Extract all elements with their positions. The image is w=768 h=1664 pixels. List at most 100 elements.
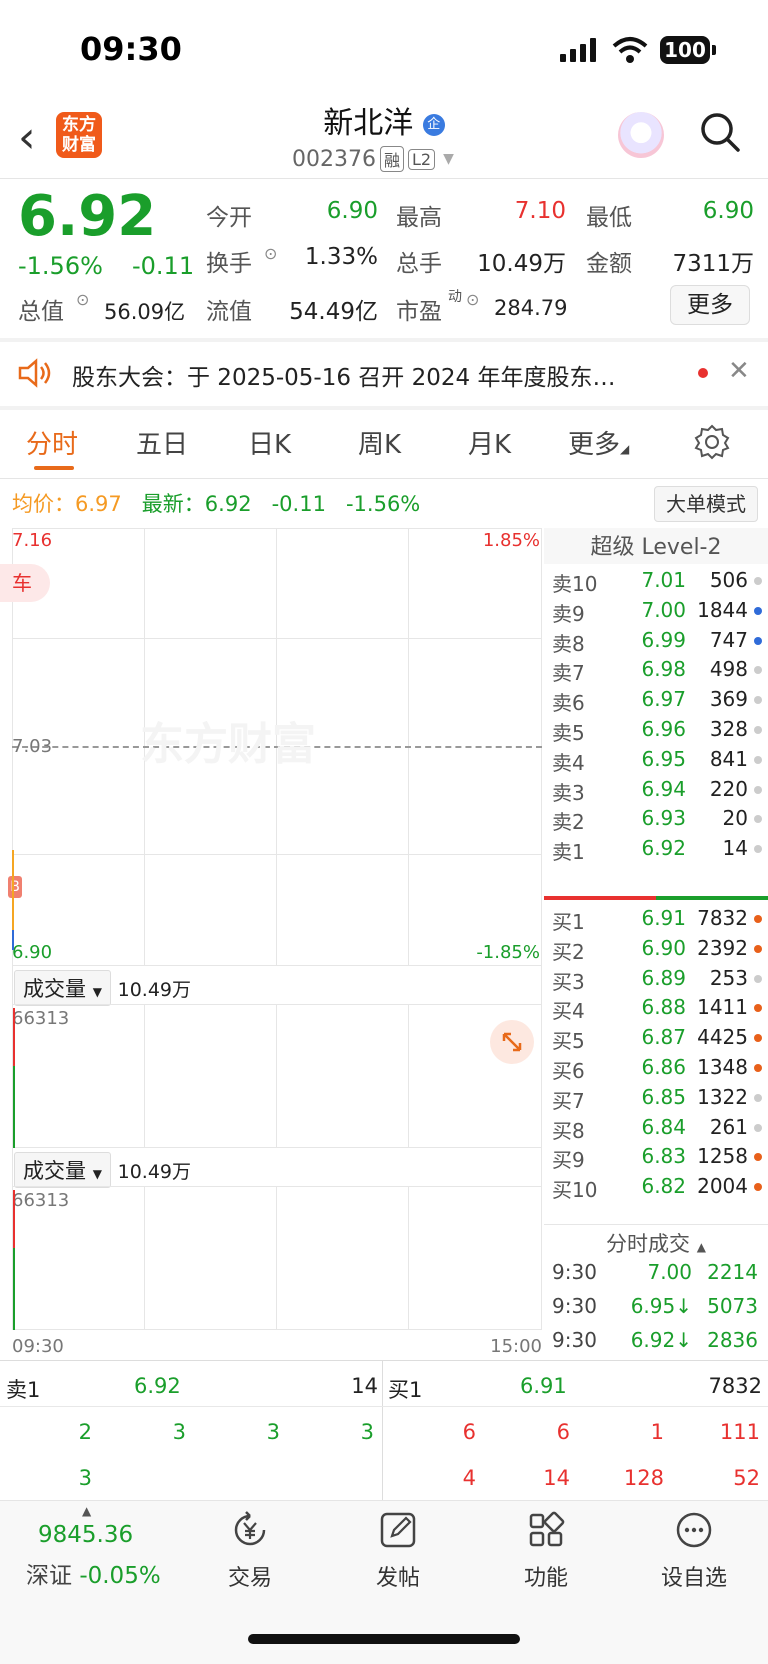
- bid-row[interactable]: 买3 6.89 253: [544, 966, 768, 997]
- buy-queue-item: 128: [623, 1466, 664, 1490]
- tab-monthly-k[interactable]: 月K: [468, 424, 511, 461]
- volume-selector[interactable]: 成交量 ▼: [14, 970, 111, 1006]
- bid-level-label: 买3: [552, 969, 585, 994]
- ask-volume: 369: [709, 687, 748, 712]
- trade-time: 9:30: [552, 1328, 597, 1352]
- search-icon[interactable]: [700, 112, 740, 152]
- triangle-down-icon: ▼: [92, 985, 102, 999]
- tab-more-label: 更多: [568, 430, 621, 460]
- info-icon[interactable]: ⊙: [76, 290, 89, 309]
- change-percent: -1.56%: [18, 252, 103, 280]
- bid-row[interactable]: 买8 6.84 261: [544, 1115, 768, 1146]
- ask-row[interactable]: 卖8 6.99 747: [544, 628, 768, 659]
- tab-weekly-k[interactable]: 周K: [358, 424, 401, 461]
- volume-selector-label: 成交量: [23, 977, 86, 1001]
- bid-price: 6.91: [641, 906, 686, 930]
- info-icon[interactable]: ⊙: [466, 290, 479, 309]
- ask-price: 7.01: [641, 568, 686, 592]
- pe-value: 284.79: [494, 296, 568, 320]
- level2-tag: L2: [408, 148, 436, 170]
- tab-intraday[interactable]: 分时: [26, 424, 78, 461]
- ask-level-label: 卖10: [552, 572, 598, 596]
- latest-value: 6.92: [204, 492, 252, 516]
- floating-bubble[interactable]: 车: [0, 564, 50, 602]
- index-change: -0.05%: [79, 1563, 161, 1589]
- status-dot-icon: [754, 1183, 762, 1192]
- big-order-mode-button[interactable]: 大单模式: [654, 486, 758, 522]
- bid-price: 6.87: [641, 1025, 686, 1050]
- volume-chart-2[interactable]: [12, 1186, 542, 1330]
- bid-price: 6.90: [641, 935, 686, 960]
- volume-bar: [13, 1066, 15, 1148]
- more-button[interactable]: 更多: [670, 285, 750, 325]
- tab-trade[interactable]: 交易: [190, 1510, 310, 1592]
- tab-daily-k[interactable]: 日K: [248, 424, 291, 461]
- ask-row[interactable]: 卖3 6.94 220: [544, 777, 768, 808]
- bid-volume: 4425: [697, 1025, 748, 1050]
- sell-queue-item: 3: [266, 1420, 280, 1444]
- bid-row[interactable]: 买1 6.91 7832: [544, 906, 768, 937]
- bid-row[interactable]: 买4 6.88 1411: [544, 995, 768, 1026]
- bid-volume: 1258: [697, 1144, 748, 1169]
- volume-max: 66313: [12, 1190, 70, 1211]
- gear-icon[interactable]: [694, 424, 730, 460]
- sell-queue-item: 3: [78, 1466, 92, 1490]
- tab-trade-label: 交易: [227, 1566, 272, 1591]
- ask-row[interactable]: 卖5 6.96 328: [544, 717, 768, 748]
- bid-level-label: 买4: [552, 999, 585, 1024]
- ask-volume: 498: [709, 657, 748, 682]
- bid-level-label: 买5: [552, 1029, 585, 1054]
- bid-row[interactable]: 买10 6.82 2004: [544, 1174, 768, 1205]
- ask-row[interactable]: 卖9 7.00 1844: [544, 598, 768, 629]
- grid-icon: [529, 1511, 565, 1547]
- bid-row[interactable]: 买7 6.85 1322: [544, 1085, 768, 1116]
- ask-level-label: 卖3: [552, 780, 585, 805]
- bid-level-label: 买8: [552, 1118, 585, 1143]
- close-icon[interactable]: ✕: [728, 356, 750, 386]
- ask-ratio-bar: [544, 896, 656, 900]
- ask-row[interactable]: 卖10 7.01 506: [544, 568, 768, 599]
- ask-volume: 220: [709, 776, 748, 801]
- notice-text[interactable]: 股东大会：于 2025-05-16 召开 2024 年年度股东…: [72, 358, 615, 392]
- bid-row[interactable]: 买6 6.86 1348: [544, 1055, 768, 1086]
- grid-line: [276, 1186, 277, 1330]
- volume-chart-1[interactable]: [12, 1004, 542, 1148]
- chevron-down-icon[interactable]: ▼: [443, 151, 454, 167]
- tab-five-day[interactable]: 五日: [136, 424, 188, 461]
- ask-row[interactable]: 卖7 6.98 498: [544, 657, 768, 688]
- ask-row[interactable]: 卖1 6.92 14: [544, 836, 768, 867]
- triangle-down-icon: ▼: [92, 1167, 102, 1181]
- level2-title[interactable]: 超级 Level-2: [544, 528, 768, 564]
- expand-button[interactable]: [490, 1020, 534, 1064]
- ask-row[interactable]: 卖2 6.93 20: [544, 806, 768, 837]
- ask-volume: 841: [709, 746, 748, 771]
- ask-row[interactable]: 卖6 6.97 369: [544, 687, 768, 718]
- status-dot-icon: [754, 606, 762, 615]
- bid-row[interactable]: 买5 6.87 4425: [544, 1025, 768, 1056]
- index-info[interactable]: 深证 -0.05%: [26, 1556, 161, 1590]
- status-dot-icon: [754, 726, 762, 734]
- y-axis-mid: 7.03: [12, 736, 53, 757]
- turnover-label: 换手: [206, 251, 252, 277]
- tab-more[interactable]: 更多◢: [568, 424, 629, 461]
- index-value[interactable]: 9845.36: [38, 1522, 133, 1548]
- bid-price: 6.85: [641, 1084, 686, 1109]
- stock-code-row: 002376 融 L2 ▼: [292, 146, 454, 172]
- tab-add-watchlist[interactable]: 设自选: [634, 1510, 754, 1592]
- bid-volume: 1411: [697, 995, 748, 1020]
- ask-row[interactable]: 卖4 6.95 841: [544, 747, 768, 778]
- bid-price: 6.83: [641, 1144, 686, 1169]
- assistant-avatar[interactable]: [618, 112, 664, 158]
- volume-selector[interactable]: 成交量 ▼: [14, 1152, 111, 1188]
- ask-level-label: 卖6: [552, 691, 585, 716]
- bid-row[interactable]: 买9 6.83 1258: [544, 1144, 768, 1175]
- buy-queue-item: 14: [543, 1466, 570, 1490]
- info-icon[interactable]: ⊙: [264, 244, 277, 263]
- trades-title[interactable]: 分时成交 ▲: [544, 1228, 768, 1258]
- bottom-sell1-vol: 14: [351, 1374, 378, 1398]
- amount-label: 金额: [586, 251, 632, 277]
- tab-post[interactable]: 发帖: [338, 1510, 458, 1592]
- bid-row[interactable]: 买2 6.90 2392: [544, 936, 768, 967]
- triangle-up-icon: ▲: [696, 1240, 706, 1254]
- tab-functions[interactable]: 功能: [486, 1510, 606, 1592]
